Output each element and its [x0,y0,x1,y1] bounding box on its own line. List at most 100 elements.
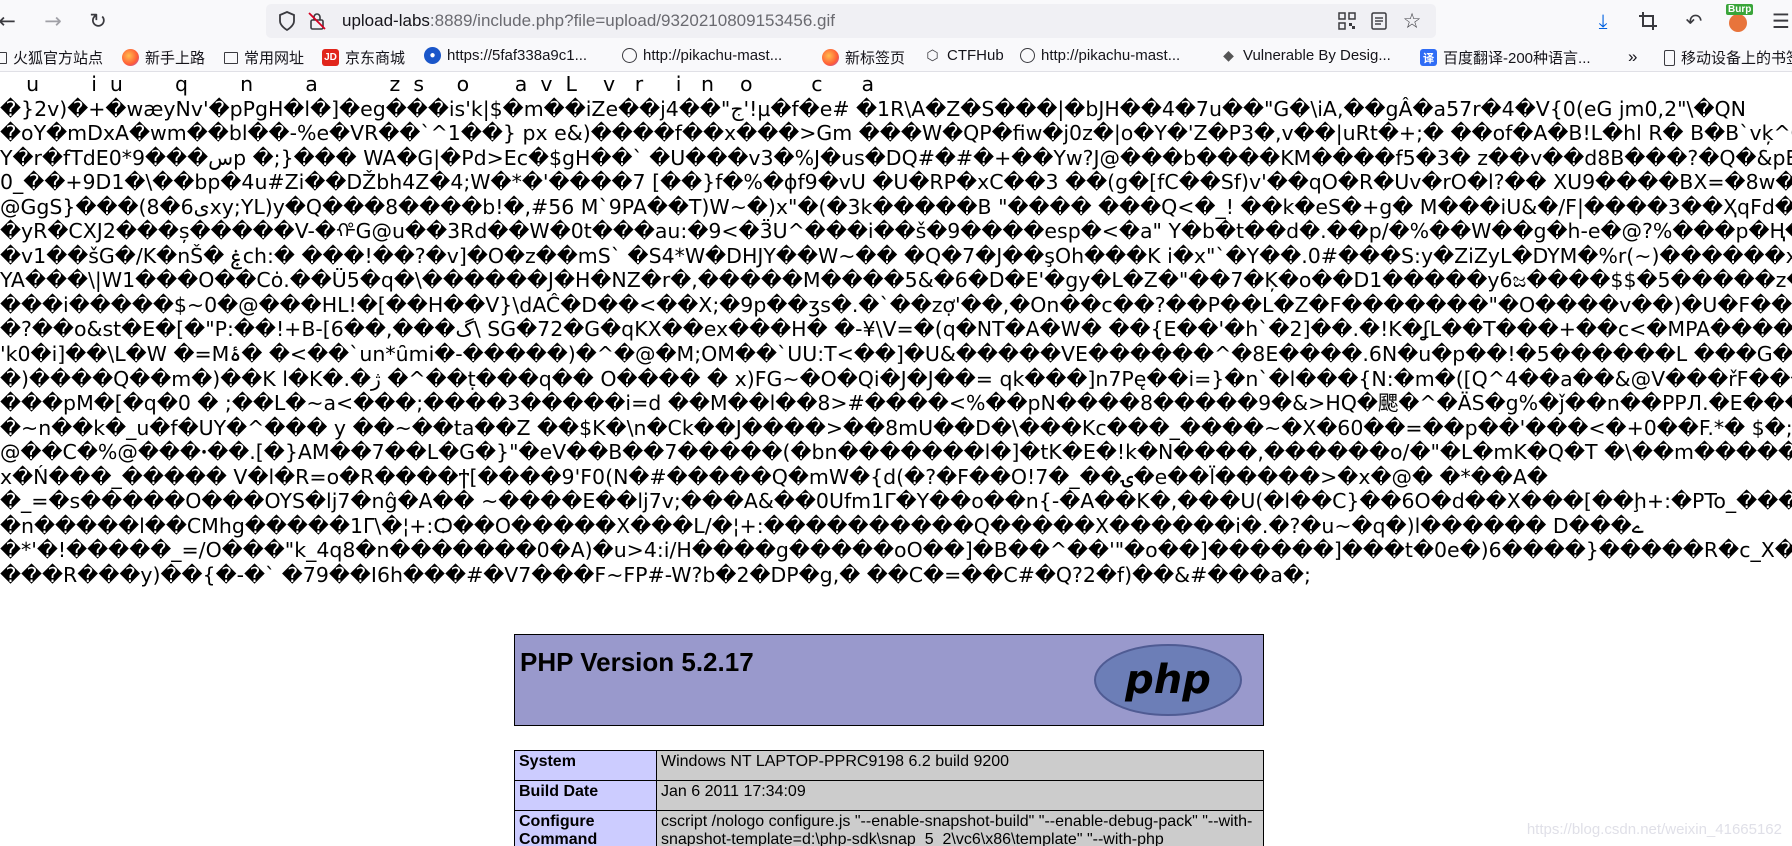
chevron-double-right-icon: » [1628,47,1638,66]
garbage-line: ���R���y)��{�-�` �79��I6h���#�V7���F~FP#… [0,562,1311,587]
globe-icon [622,48,637,63]
phpinfo-header: PHP Version 5.2.17 php [514,634,1264,726]
bookmark-item[interactable]: JD 京东商城 [322,47,405,68]
php-version-title: PHP Version 5.2.17 [520,647,754,677]
arrow-left-icon: ← [0,9,16,33]
garbage-line: 'k0�i]��\L�W �=Mۂ� �<��`un*ȗmi�-�����)�^… [0,342,1792,367]
bookmark-item[interactable]: http://pikachu-mast... [1020,47,1180,64]
bookmark-item[interactable]: ● https://5faf338a9c1... [424,47,587,64]
table-row: Configure Command cscript /nologo config… [514,810,1264,846]
bookmark-item[interactable]: 常用网址 [224,47,304,68]
bookmark-star-icon[interactable]: ☆ [1401,9,1423,33]
url-host: upload-labs [342,11,430,30]
binary-garbage-text: u i u q n a z s o a v L v r i n o c a �}2… [0,72,1792,587]
jd-icon: JD [322,49,339,66]
burp-icon: Burp [1726,4,1754,34]
bookmark-label: 百度翻译-200种语言... [1443,50,1591,67]
burp-badge: Burp [1726,4,1754,15]
garbage-line: �?��o&st�E�[�"P:��!+B-[6��,���گ\ SG�72�G… [0,317,1792,342]
qr-code-icon[interactable] [1336,10,1358,32]
bookmarks-overflow-button[interactable]: » [1628,47,1637,67]
garbage-line: ���pM�[�q�0 � ;��L�~a<���;����3�����i=d … [0,391,1792,416]
garbage-line: YA���\|W1���O��Cȯ.��Ü5�q�\������J�H�NZ�r… [0,268,1792,293]
reload-icon: ↻ [89,9,107,33]
garbage-line: �v1��šG�/K�nŠ� ۼch:� ���!��?�v]�O�z��mS`… [0,243,1792,268]
folder-icon [224,51,238,64]
insecure-lock-icon[interactable] [306,10,328,32]
url-bar[interactable]: upload-labs:8889/include.php?file=upload… [266,4,1436,38]
globe-icon [1020,48,1035,63]
row-value: cscript /nologo configure.js "--enable-s… [656,810,1264,846]
garbage-line: �n�����l��CMhg�����1Γ\�¦+:Ѻ��O�����X���L… [0,513,1644,538]
watermark: https://blog.csdn.net/weixin_41665162 [1526,821,1782,838]
back-button[interactable]: ← [0,6,22,36]
bookmark-label: https://5faf338a9c1... [447,47,588,64]
firefox-icon [822,49,839,66]
garbage-line: Y�r�fTdE0*9���سp �;}��� WA�G|�Pd>Ec�$gH�… [0,145,1792,170]
table-row: Build Date Jan 6 2011 17:34:09 [514,780,1264,811]
folder-icon [0,51,7,64]
forward-button[interactable]: → [38,6,68,36]
bookmark-item[interactable]: http://pikachu-mast... [622,47,782,64]
bookmark-label: 京东商城 [345,50,406,67]
mobile-icon [1664,49,1675,66]
row-key: Configure Command [514,810,657,846]
bookmark-item[interactable]: 火狐官方站点 [0,47,103,68]
row-key: Build Date [514,780,657,811]
bookmark-label: 新手上路 [145,50,206,67]
reload-button[interactable]: ↻ [83,6,113,36]
bookmark-item[interactable]: 新手上路 [122,47,205,68]
firefox-icon [122,49,139,66]
row-value: Jan 6 2011 17:34:09 [656,780,1264,811]
bookmark-label: 常用网址 [244,50,305,67]
garbage-line: ���i�����$~0�@���HL!�[��H��V}\dAĈ�D��<��… [0,292,1792,317]
bookmark-label: CTFHub [947,47,1004,64]
vulnhub-icon: ◆ [1223,47,1234,63]
php-logo-text: php [1124,657,1211,703]
burp-extension-button[interactable]: Burp [1724,4,1754,36]
hamburger-menu-icon: ☰ [1772,9,1790,33]
bookmark-label: http://pikachu-mast... [643,47,783,64]
table-row: System Windows NT LAPTOP-PPRC9198 6.2 bu… [514,750,1264,781]
undo-icon: ↶ [1685,9,1703,33]
downloads-button[interactable]: ⤓ [1588,6,1618,36]
garbage-line: �yR�CXJ2���ș�����V-�ᡥG@u��3Rd��W�0t���au… [0,219,1792,244]
crop-icon [1639,12,1657,30]
download-icon: ⤓ [1598,9,1608,33]
page-content: u i u q n a z s o a v L v r i n o c a �}2… [0,72,1792,846]
arrow-right-icon: → [44,9,62,33]
screenshot-button[interactable] [1633,6,1663,36]
garbage-line: 0_��+9D1�\��bp�4u#Zi��DŽbh4Z�4;W�*�'����… [0,170,1792,195]
php-logo-icon: php [1094,644,1242,716]
reader-view-icon[interactable] [1368,10,1390,32]
ctfhub-icon: ⬡ [926,47,939,63]
bookmark-item[interactable]: ◆ Vulnerable By Desig... [1220,47,1391,64]
bookmark-label: 移动设备上的书签 [1681,50,1792,67]
url-path: :8889/include.php?file=upload/9320210809… [429,11,835,30]
garbage-line: �*'�!�����_=/O���"k_4q8�n�������0�A)�u>4… [0,538,1792,563]
bookmark-item[interactable]: 移动设备上的书签 [1664,47,1792,68]
row-key: System [514,750,657,781]
bookmark-label: Vulnerable By Desig... [1243,47,1391,64]
garbage-line: �oY�mDxA�wm��bl��-%e�VR��`^1��} px e&)��… [0,121,1792,146]
url-text[interactable]: upload-labs:8889/include.php?file=upload… [342,11,835,31]
bookmark-item[interactable]: 新标签页 [822,47,905,68]
bookmark-label: 新标签页 [845,50,906,67]
bookmark-item[interactable]: 译 百度翻译-200种语言... [1420,47,1591,68]
undo-button[interactable]: ↶ [1679,6,1709,36]
row-value: Windows NT LAPTOP-PPRC9198 6.2 build 920… [656,750,1264,781]
garbage-line: u i u q n a z s o a v L v r i n o c a [0,72,875,96]
globe-icon: ● [424,47,441,64]
browser-toolbar: ← → ↻ upload-labs:8889/include.php?file=… [0,0,1792,42]
menu-button[interactable]: ☰ [1770,6,1792,36]
garbage-line: �)����Q��m�)��K l�K�.�ﮊ �^��ṭ���q�� O���… [0,366,1792,391]
baidu-translate-icon: 译 [1420,49,1437,66]
bookmarks-bar: 火狐官方站点 新手上路 常用网址 JD 京东商城 ● https://5faf3… [0,42,1792,72]
tracking-shield-icon[interactable] [276,10,298,32]
garbage-line: �_=�s�����O���OYS�lj7�nĝ�A�� ~����E��lj7… [0,489,1792,514]
bookmark-label: http://pikachu-mast... [1041,47,1181,64]
garbage-line: �}2v)�+�wæyNv'�pPgH�l�]�eg���is'k|$�m��i… [0,96,1746,121]
phpinfo-table: System Windows NT LAPTOP-PPRC9198 6.2 bu… [514,750,1264,846]
garbage-line: @GgS}���(8�6یxy;YL)y�Q���8����b!�,#56 M`… [0,194,1792,219]
bookmark-item[interactable]: ⬡ CTFHub [924,47,1004,64]
